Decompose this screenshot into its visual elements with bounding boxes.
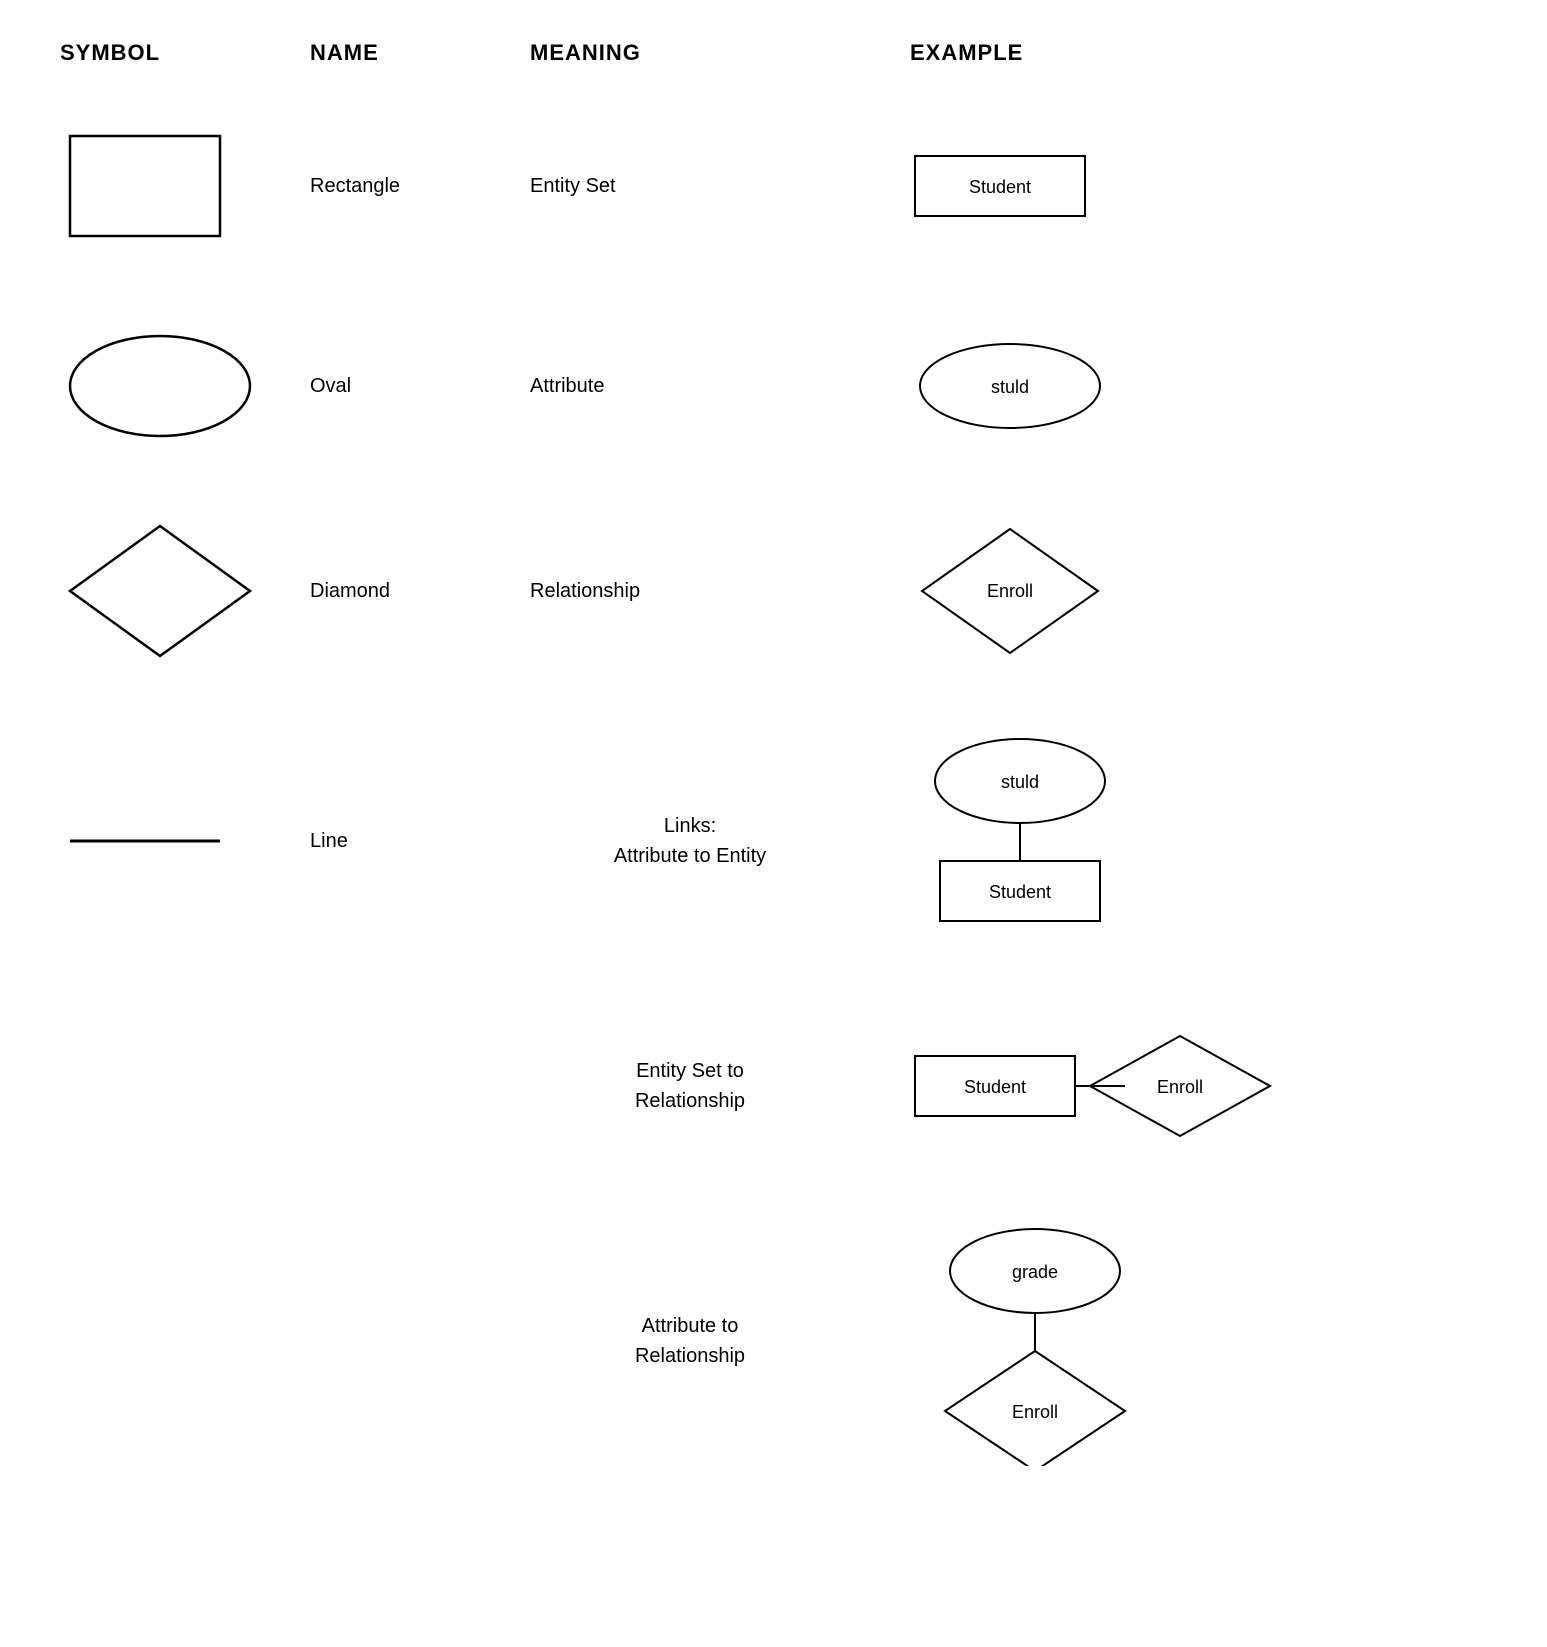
svg-text:stuld: stuld <box>1001 772 1039 792</box>
header-row: SYMBOL NAME MEANING EXAMPLE <box>60 40 1487 76</box>
oval-symbol-svg <box>60 326 260 446</box>
etr-example-svg: Student Enroll <box>910 1026 1290 1146</box>
example-rectangle: Student <box>850 146 1487 226</box>
row-oval: Oval Attribute stuld <box>60 316 1487 456</box>
meaning-line-1: Links: <box>664 811 716 841</box>
rectangle-example-svg: Student <box>910 146 1090 226</box>
svg-text:Student: Student <box>969 177 1031 197</box>
meaning-attribute-to-relationship: Attribute to Relationship <box>530 1311 850 1371</box>
svg-text:stuld: stuld <box>991 377 1029 397</box>
svg-text:grade: grade <box>1012 1262 1058 1282</box>
name-line: Line <box>310 830 530 853</box>
line-symbol-svg <box>60 821 230 861</box>
meaning-rectangle: Entity Set <box>530 175 850 198</box>
meaning-line-2: Attribute to Entity <box>614 841 766 871</box>
diamond-symbol-svg <box>60 516 260 666</box>
rectangle-symbol-svg <box>60 126 230 246</box>
symbol-oval <box>60 326 310 446</box>
row-attribute-to-relationship: Attribute to Relationship grade Enroll <box>60 1216 1487 1466</box>
symbol-diamond <box>60 516 310 666</box>
atr-example-svg: grade Enroll <box>910 1216 1160 1466</box>
line-example-svg: stuld Student <box>910 726 1130 956</box>
svg-text:Enroll: Enroll <box>987 581 1033 601</box>
header-example: EXAMPLE <box>850 40 1487 66</box>
header-meaning: MEANING <box>530 40 850 66</box>
symbol-rectangle <box>60 126 310 246</box>
example-entity-to-relationship: Student Enroll <box>850 1026 1487 1146</box>
meaning-atr-1: Attribute to <box>642 1311 739 1341</box>
symbol-line <box>60 821 310 861</box>
row-rectangle: Rectangle Entity Set Student <box>60 116 1487 256</box>
example-diamond: Enroll <box>850 521 1487 661</box>
name-oval: Oval <box>310 375 530 398</box>
svg-text:Student: Student <box>964 1077 1026 1097</box>
example-attribute-to-relationship: grade Enroll <box>850 1216 1487 1466</box>
meaning-etr-1: Entity Set to <box>636 1056 744 1086</box>
diamond-example-svg: Enroll <box>910 521 1110 661</box>
name-diamond: Diamond <box>310 580 530 603</box>
row-entity-to-relationship: Entity Set to Relationship Student Enrol… <box>60 1006 1487 1166</box>
row-diamond: Diamond Relationship Enroll <box>60 516 1487 666</box>
meaning-oval: Attribute <box>530 375 850 398</box>
meaning-entity-to-relationship: Entity Set to Relationship <box>530 1056 850 1116</box>
svg-text:Enroll: Enroll <box>1157 1077 1203 1097</box>
svg-text:Student: Student <box>989 882 1051 902</box>
header-name: NAME <box>310 40 530 66</box>
page: SYMBOL NAME MEANING EXAMPLE Rectangle En… <box>0 0 1547 1556</box>
name-rectangle: Rectangle <box>310 175 530 198</box>
row-line: Line Links: Attribute to Entity stuld St… <box>60 726 1487 956</box>
example-line: stuld Student <box>850 726 1487 956</box>
svg-text:Enroll: Enroll <box>1012 1402 1058 1422</box>
meaning-diamond: Relationship <box>530 580 850 603</box>
header-symbol: SYMBOL <box>60 40 310 66</box>
meaning-atr-2: Relationship <box>635 1341 745 1371</box>
example-oval: stuld <box>850 336 1487 436</box>
meaning-etr-2: Relationship <box>635 1086 745 1116</box>
meaning-line: Links: Attribute to Entity <box>530 811 850 871</box>
oval-example-svg: stuld <box>910 336 1110 436</box>
